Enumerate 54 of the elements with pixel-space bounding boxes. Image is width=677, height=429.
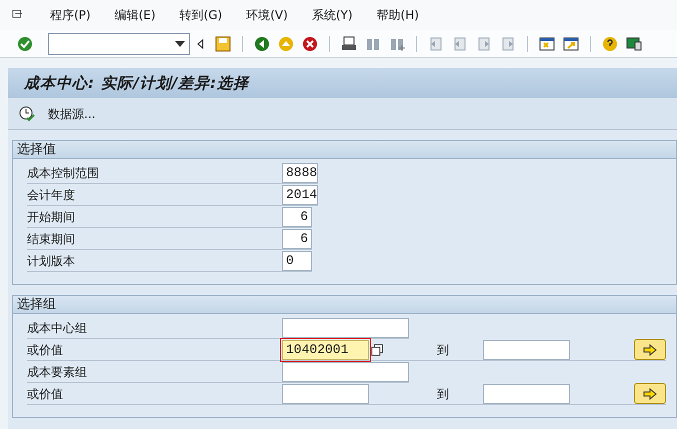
- field-label: 或价值: [27, 386, 64, 402]
- menu-item[interactable]: 编辑(E): [114, 6, 156, 24]
- input-field[interactable]: [282, 362, 409, 382]
- field-value: 8888: [286, 164, 318, 182]
- input-field[interactable]: 0: [282, 250, 312, 270]
- clock-icon: [18, 104, 36, 122]
- field-value: 10402001: [286, 340, 348, 359]
- screen-title: 成本中心: 实际/计划/差异:选择: [8, 68, 677, 98]
- cancel-icon[interactable]: [301, 34, 319, 52]
- help-icon[interactable]: [601, 34, 619, 52]
- input-field[interactable]: 6: [282, 206, 312, 226]
- data-source-button[interactable]: 数据源...: [18, 104, 96, 122]
- back-icon[interactable]: [253, 34, 271, 52]
- field-value: 2014: [286, 186, 318, 204]
- input-field[interactable]: [282, 318, 409, 338]
- group-title: 选择值: [13, 141, 676, 159]
- field-label: 会计年度: [27, 186, 76, 204]
- field-label: 成本中心组: [27, 320, 88, 336]
- field-value: 6: [300, 208, 308, 226]
- new-window-icon[interactable]: [538, 34, 556, 52]
- menu-item[interactable]: 环境(V): [246, 6, 288, 24]
- field-label: 开始期间: [27, 208, 76, 226]
- input-field[interactable]: 10402001: [282, 340, 369, 360]
- field-label: 计划版本: [27, 252, 76, 270]
- to-label: 到: [437, 386, 450, 402]
- dropdown-icon: [175, 40, 185, 46]
- to-label: 到: [437, 342, 450, 358]
- print-icon[interactable]: [340, 34, 358, 52]
- multiple-selection-button[interactable]: [634, 339, 666, 360]
- command-field[interactable]: [48, 32, 190, 54]
- field-label: 结束期间: [27, 230, 76, 248]
- field-label: 成本控制范围: [27, 164, 100, 182]
- input-field[interactable]: [282, 384, 369, 404]
- input-field[interactable]: [483, 384, 570, 404]
- input-field[interactable]: 8888: [282, 162, 318, 182]
- input-field[interactable]: 6: [282, 228, 312, 248]
- multiple-selection-button[interactable]: [634, 383, 666, 404]
- field-label: 或价值: [27, 342, 64, 358]
- field-value: 6: [300, 230, 308, 248]
- enter-icon[interactable]: [16, 34, 34, 52]
- menu-item[interactable]: 程序(P): [50, 6, 91, 24]
- save-icon[interactable]: [214, 34, 232, 52]
- menu-item[interactable]: 帮助(H): [376, 6, 419, 24]
- monitor-icon[interactable]: [625, 34, 643, 52]
- arrow-right-icon: [642, 388, 658, 400]
- group-title: 选择组: [13, 296, 676, 314]
- menu-item[interactable]: 系统(Y): [312, 6, 353, 24]
- input-field[interactable]: [483, 340, 570, 360]
- input-field[interactable]: 2014: [282, 184, 318, 204]
- arrow-right-icon: [642, 344, 658, 356]
- field-label: 成本要素组: [27, 364, 88, 380]
- shortcut-icon[interactable]: [562, 34, 580, 52]
- field-value: 0: [286, 252, 294, 270]
- menu-item[interactable]: 转到(G): [180, 6, 222, 24]
